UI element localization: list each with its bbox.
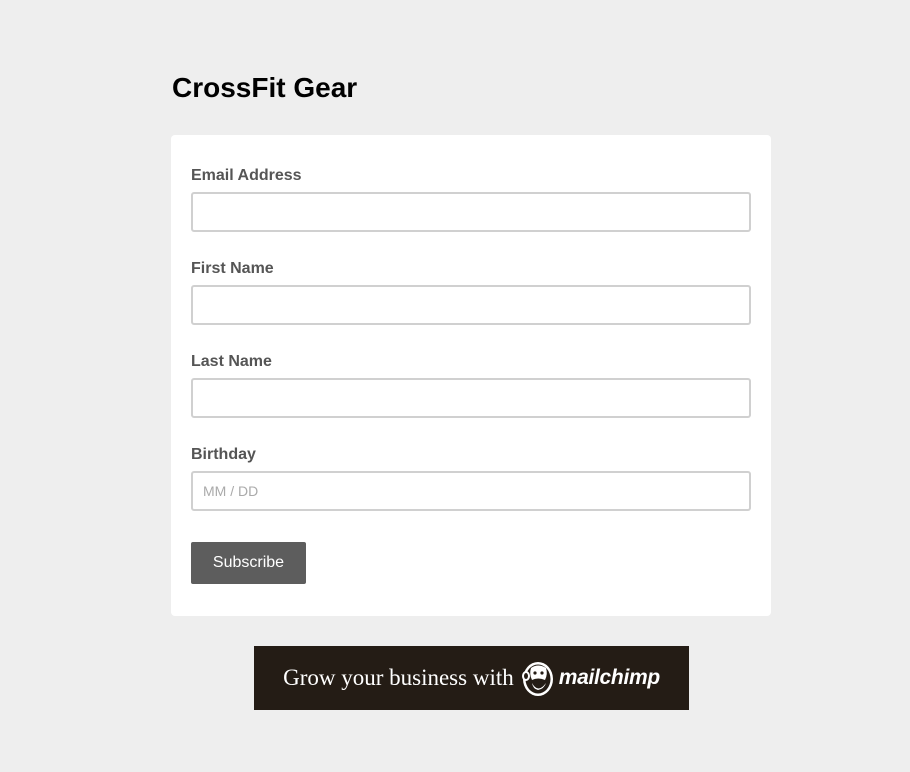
form-title: CrossFit Gear [172,72,358,103]
birthday-field[interactable] [191,471,751,511]
page: CrossFit Gear Email Address First Name L… [0,0,910,772]
last-name-field[interactable] [191,378,751,418]
signup-form-card: Email Address First Name Last Name Birth… [171,135,771,616]
birthday-label: Birthday [191,446,256,463]
mailchimp-banner-link[interactable]: Grow your business with mailchimp [254,646,689,710]
last-name-label: Last Name [191,353,272,370]
mailchimp-freddie-icon [521,662,553,696]
banner-brand: mailchimp [558,666,660,689]
first-name-field[interactable] [191,285,751,325]
subscribe-button[interactable]: Subscribe [191,542,306,584]
first-name-label: First Name [191,260,274,277]
email-label: Email Address [191,167,302,184]
banner-text: Grow your business with [283,665,514,690]
email-field[interactable] [191,192,751,232]
